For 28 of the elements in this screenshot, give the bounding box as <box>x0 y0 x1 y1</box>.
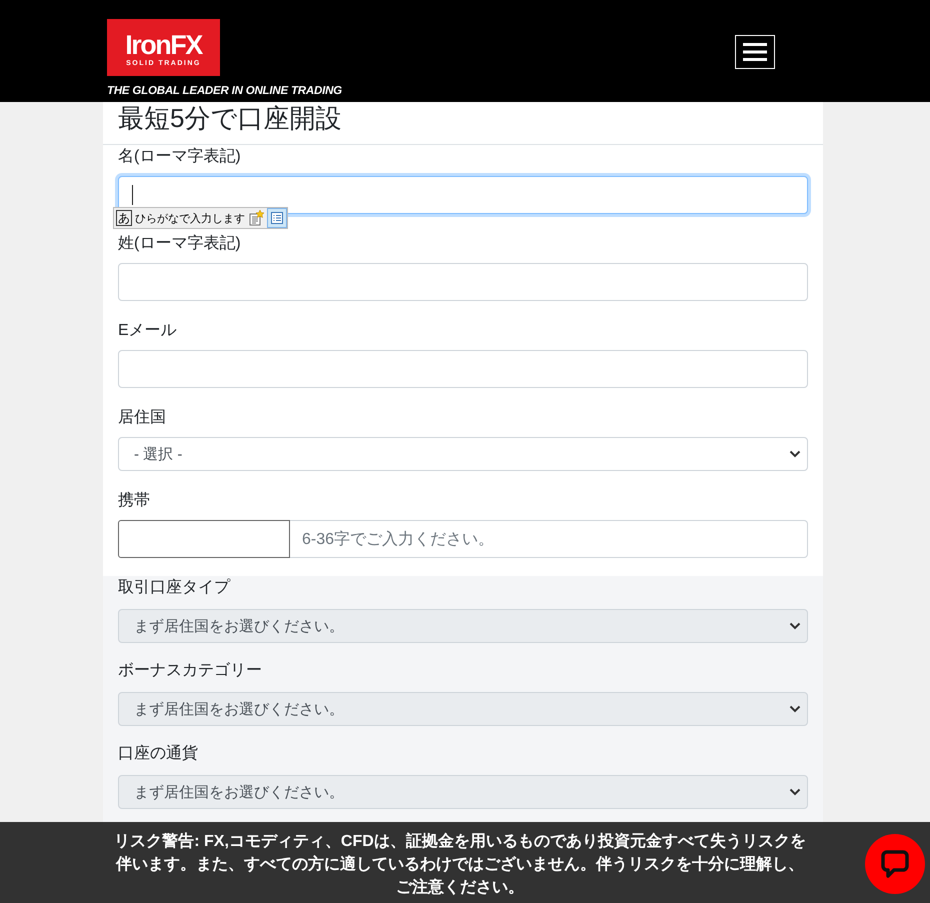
field-label: 取引口座タイプ <box>118 578 232 598</box>
text-field[interactable] <box>118 350 808 388</box>
chat-bubble-icon <box>880 849 910 879</box>
field-label: 居住国 <box>118 408 167 428</box>
field-label: 姓(ローマ字表記) <box>118 234 242 254</box>
phone-field[interactable]: 6-36字でご入力ください。 <box>290 520 808 558</box>
list-icon[interactable] <box>267 208 287 228</box>
slogan: THE GLOBAL LEADER IN ONLINE TRADING <box>107 85 342 97</box>
menu-button[interactable] <box>735 35 775 69</box>
country-code-field[interactable] <box>118 520 290 558</box>
field-label: 名(ローマ字表記) <box>118 146 242 167</box>
input-mode-button[interactable]: あ <box>116 210 132 226</box>
select-field[interactable]: - 選択 - <box>118 437 808 471</box>
note-star-icon[interactable] <box>248 210 264 226</box>
field-label: ボーナスカテゴリー <box>118 661 263 681</box>
field-label: 口座の通貨 <box>118 744 199 764</box>
form-title: 最短5分で口座開設 <box>103 102 823 145</box>
text-field[interactable] <box>118 263 808 301</box>
chevron-down-icon <box>789 705 801 713</box>
menu-icon <box>743 43 767 61</box>
field-label: Eメール <box>118 321 178 341</box>
ime-status: ひらがなで入力します <box>135 212 245 226</box>
field-label: 携帯 <box>118 490 151 511</box>
risk-warning: リスク警告: FX,コモディティ、CFDは、証拠金を用いるものであり投資元金すべて失うリスクを伴います。また、すべての方に適しているわけではございません。伴うリスクを十分に理解し、ご注意ください。 <box>113 831 807 898</box>
chevron-down-icon <box>789 450 801 458</box>
text-field[interactable] <box>118 176 808 214</box>
chevron-down-icon <box>789 622 801 630</box>
chevron-down-icon <box>789 788 801 796</box>
